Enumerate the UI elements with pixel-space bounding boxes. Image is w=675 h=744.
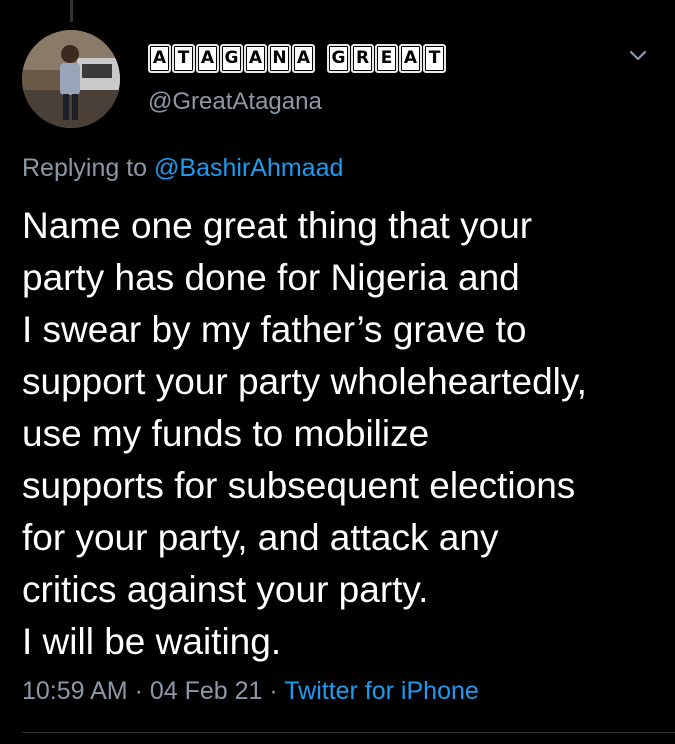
display-name-letter: A bbox=[399, 44, 422, 73]
display-name-letter: T bbox=[172, 44, 195, 73]
display-name-letter: A bbox=[244, 44, 267, 73]
replying-to-label: Replying to bbox=[22, 154, 148, 182]
divider bbox=[22, 732, 675, 733]
display-name-letter: T bbox=[423, 44, 446, 73]
chevron-down-icon[interactable] bbox=[627, 44, 649, 66]
display-name-letter: A bbox=[196, 44, 219, 73]
meta-separator: · bbox=[134, 677, 143, 705]
display-name-letter: A bbox=[148, 44, 171, 73]
display-name-letter: R bbox=[351, 44, 374, 73]
tweet-time[interactable]: 10:59 AM bbox=[22, 677, 128, 705]
display-name[interactable]: ATAGANAGREAT bbox=[148, 44, 456, 73]
display-name-word: ATAGANA bbox=[148, 44, 315, 73]
avatar[interactable] bbox=[22, 30, 120, 128]
display-name-letter: N bbox=[268, 44, 291, 73]
user-photo-icon bbox=[22, 30, 120, 128]
user-handle[interactable]: @GreatAtagana bbox=[148, 88, 322, 116]
replying-to-line: Replying to @BashirAhmaad bbox=[22, 154, 343, 183]
tweet-source-link[interactable]: Twitter for iPhone bbox=[284, 677, 479, 705]
tweet-meta: 10:59 AM · 04 Feb 21 · Twitter for iPhon… bbox=[22, 677, 479, 706]
thread-connector-line bbox=[70, 0, 73, 22]
display-name-letter: G bbox=[220, 44, 243, 73]
display-name-letter: G bbox=[327, 44, 350, 73]
display-name-letter: A bbox=[292, 44, 315, 73]
meta-separator: · bbox=[269, 677, 278, 705]
mention-link[interactable]: @BashirAhmaad bbox=[154, 154, 343, 182]
display-name-letter: E bbox=[375, 44, 398, 73]
tweet-date[interactable]: 04 Feb 21 bbox=[150, 677, 263, 705]
tweet-text: Name one great thing that your party has… bbox=[22, 205, 587, 662]
display-name-word: GREAT bbox=[327, 44, 446, 73]
